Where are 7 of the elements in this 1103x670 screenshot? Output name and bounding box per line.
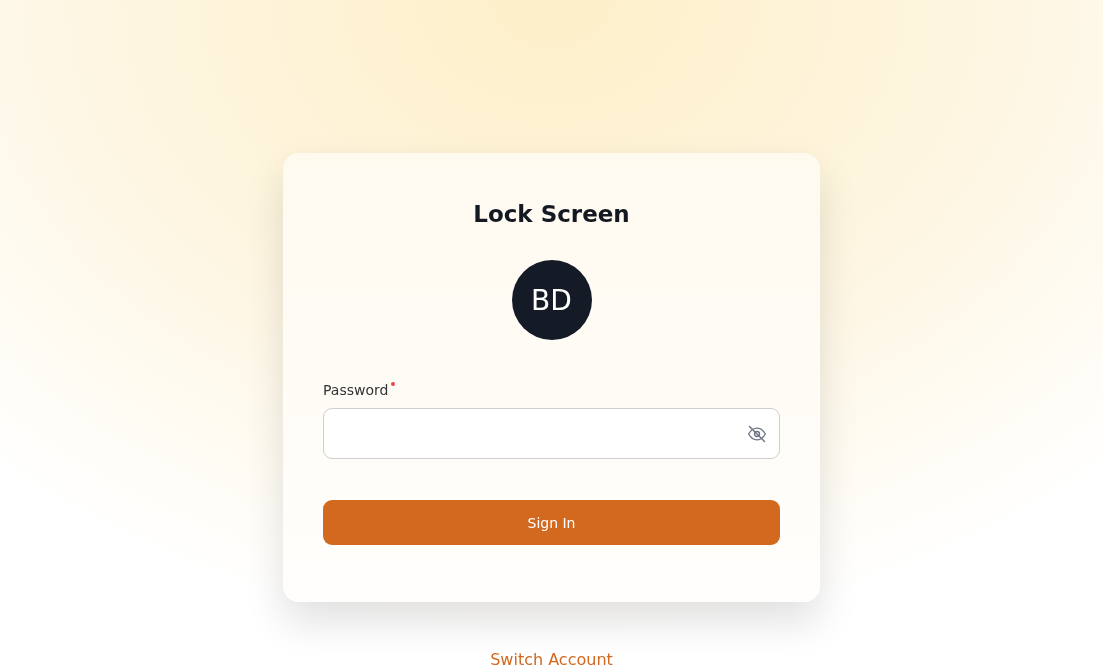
card-title: Lock Screen	[473, 200, 630, 229]
switch-account-link[interactable]: Switch Account	[490, 650, 613, 669]
eye-slash-icon[interactable]	[747, 423, 767, 444]
sign-in-button[interactable]: Sign In	[323, 500, 780, 545]
password-field[interactable]	[323, 408, 780, 459]
field-label: Password	[323, 382, 389, 398]
avatar: BD	[511, 260, 592, 340]
